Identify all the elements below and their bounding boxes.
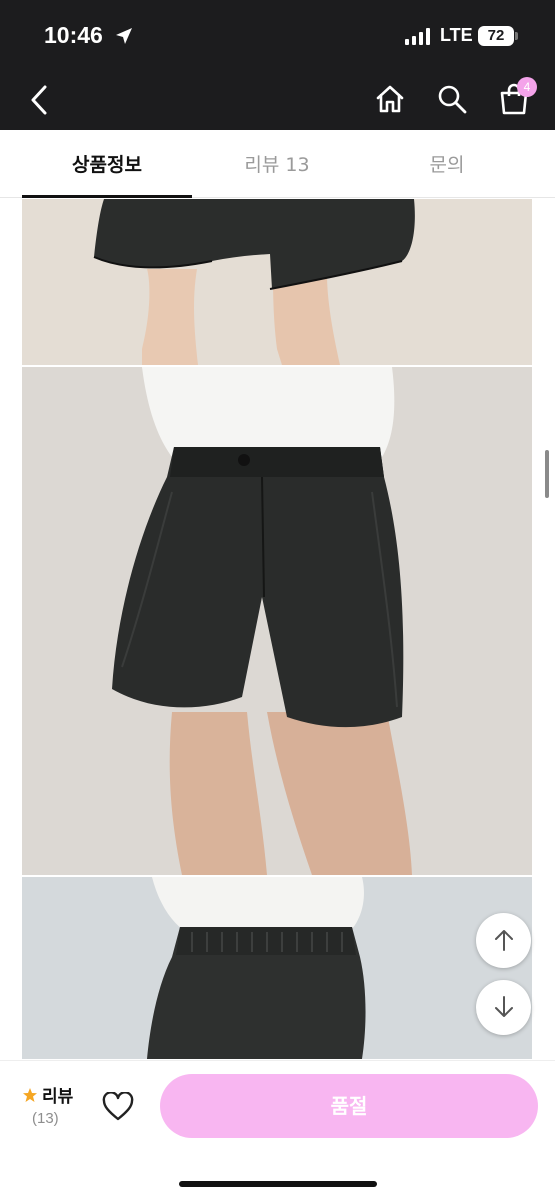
product-photo-1	[22, 199, 532, 365]
product-detail-images	[22, 199, 532, 1059]
home-indicator	[179, 1181, 377, 1187]
scroll-bottom-button[interactable]	[476, 980, 531, 1035]
tab-inquiry[interactable]: 문의	[362, 130, 532, 198]
arrow-down-icon	[495, 996, 513, 1017]
back-icon[interactable]	[28, 84, 50, 116]
review-summary[interactable]: 리뷰	[22, 1082, 73, 1107]
star-icon	[23, 1087, 37, 1102]
arrow-up-icon	[495, 930, 513, 951]
review-count: (13)	[32, 1110, 59, 1127]
product-photo-3	[22, 877, 532, 1059]
status-bar: 10:46 LTE 72	[0, 0, 555, 70]
location-arrow-icon	[116, 28, 132, 44]
battery-tip	[515, 32, 518, 40]
home-icon[interactable]	[374, 83, 406, 115]
product-tabs: 상품정보 리뷰 13 문의	[0, 130, 555, 198]
signal-icon	[405, 28, 430, 45]
tab-active-indicator	[22, 195, 192, 198]
tab-reviews[interactable]: 리뷰 13	[192, 130, 362, 198]
scroll-top-button[interactable]	[476, 913, 531, 968]
cart-count-badge: 4	[517, 77, 537, 97]
app-bar	[0, 70, 555, 130]
tab-product-info[interactable]: 상품정보	[22, 130, 192, 198]
soldout-button[interactable]: 품절	[160, 1074, 538, 1138]
search-icon[interactable]	[436, 83, 468, 115]
battery-indicator: 72	[478, 26, 514, 46]
status-time: 10:46	[44, 22, 103, 48]
heart-icon[interactable]	[102, 1092, 134, 1122]
network-label: LTE	[440, 25, 473, 45]
review-label: 리뷰	[42, 1087, 74, 1107]
product-photo-2	[22, 367, 532, 875]
scrollbar[interactable]	[545, 450, 549, 498]
